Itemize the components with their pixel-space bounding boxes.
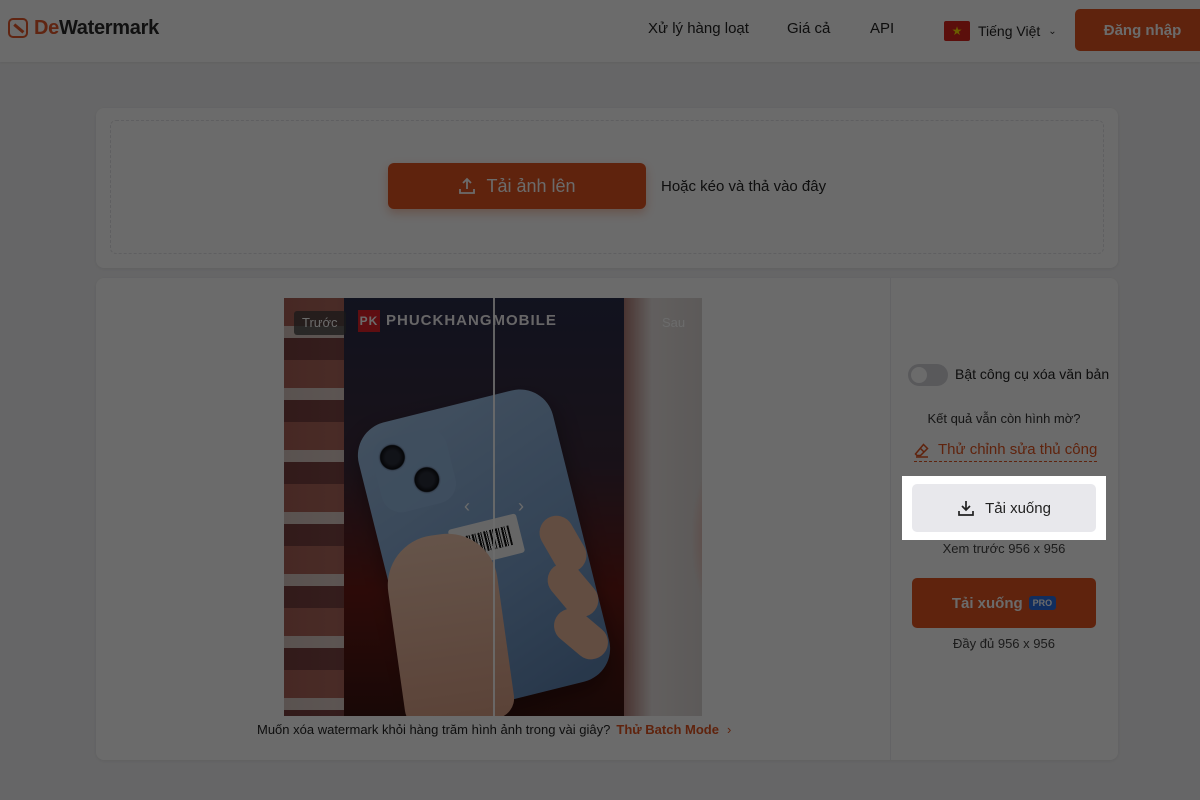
login-button[interactable]: Đăng nhập [1075,9,1200,51]
logo-suffix: Watermark [58,16,159,39]
language-label: Tiếng Việt [978,23,1041,39]
logo-prefix: De [34,16,59,39]
camera-bump [368,424,461,517]
full-size-note: Đầy đủ 956 x 956 [953,636,1055,651]
drop-hint-text: Hoặc kéo và thả vào đây [661,178,827,195]
chevron-down-icon: ⌄ [1048,25,1057,37]
brand-mark-icon: PK [358,310,380,332]
batch-link-label: Thử Batch Mode [616,722,719,737]
image-background-shelf [284,298,346,716]
chevron-left-icon: ‹ [464,495,470,516]
logo-icon [8,18,28,38]
text-removal-toggle-label: Bật công cụ xóa văn bản [955,366,1110,382]
language-selector[interactable]: ★ Tiếng Việt ⌄ [944,18,1064,44]
download-pro-label: Tải xuống [951,594,1023,612]
try-batch-mode-link[interactable]: Thử Batch Mode › [616,722,731,737]
panel-divider [890,278,891,760]
chevron-right-icon: › [726,722,732,737]
manual-edit-label: Thử chỉnh sửa thủ công [938,441,1098,458]
upload-button-label: Tải ảnh lên [486,175,576,196]
before-label: Trước [294,311,346,335]
logo-text: DeWatermark [34,17,159,40]
upload-icon [459,177,476,194]
text-removal-toggle[interactable] [908,364,948,386]
pro-badge: PRO [1028,596,1057,610]
compare-slider-handle[interactable]: ‹ › [464,494,524,518]
nav-pricing[interactable]: Giá cả [787,20,830,37]
download-pro-button[interactable]: Tải xuống PRO [912,578,1096,628]
brand-logo[interactable]: DeWatermark [8,16,159,40]
nav-batch-processing[interactable]: Xử lý hàng loạt [648,20,749,37]
batch-mode-prompt: Muốn xóa watermark khỏi hàng trăm hình ả… [257,722,731,737]
after-label: Sau [662,315,686,330]
watermark-remaining-hint: Kết quả vẫn còn hình mờ? [927,411,1081,426]
download-preview-button[interactable]: Tải xuống [912,484,1096,532]
preview-size-note: Xem trước 956 x 956 [942,541,1066,556]
image-brand-banner: PK PHUCKHANGMOBILE [358,310,557,332]
nav-api[interactable]: API [870,20,894,37]
image-brand-text: PHUCKHANGMOBILE [386,312,557,329]
top-navbar: DeWatermark Xử lý hàng loạt Giá cả API ★… [0,0,1200,62]
chevron-right-icon: › [518,495,524,516]
vietnam-flag-icon: ★ [944,21,970,41]
eraser-icon [914,442,929,458]
batch-prompt-text: Muốn xóa watermark khỏi hàng trăm hình ả… [257,722,611,737]
manual-edit-link[interactable]: Thử chỉnh sửa thủ công [914,438,1098,462]
upload-image-button[interactable]: Tải ảnh lên [388,163,646,209]
download-icon [958,501,974,516]
download-preview-label: Tải xuống [985,499,1051,517]
